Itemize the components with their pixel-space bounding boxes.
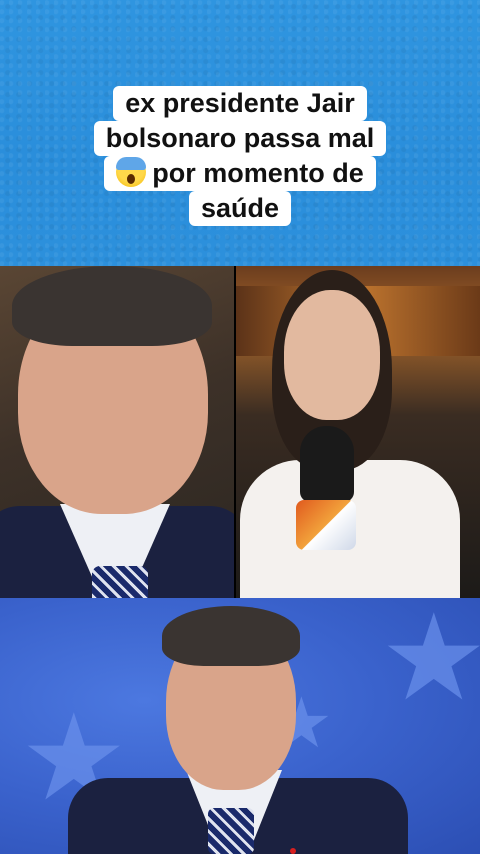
caption-line-1: ex presidente Jair bbox=[113, 86, 367, 121]
photo-man-speaking: ★ ★ ★ bbox=[0, 598, 480, 854]
caption-line-4: saúde bbox=[188, 191, 292, 226]
caption-line-3: por momento de bbox=[104, 156, 376, 191]
tie bbox=[92, 566, 148, 598]
tie bbox=[208, 808, 254, 854]
microphone bbox=[300, 426, 354, 502]
star-icon: ★ bbox=[380, 598, 480, 725]
reporter-face bbox=[284, 290, 380, 420]
screaming-face-icon bbox=[116, 157, 147, 187]
hair bbox=[12, 266, 212, 346]
photo-man-portrait bbox=[0, 266, 234, 598]
microphone-logo bbox=[296, 500, 356, 550]
caption-line-2: bolsonaro passa mal bbox=[93, 121, 387, 156]
video-caption: ex presidente Jair bolsonaro passa mal p… bbox=[0, 86, 480, 226]
caption-line-3-text: por momento de bbox=[152, 158, 364, 188]
hair bbox=[162, 606, 300, 666]
red-dot-icon bbox=[290, 848, 296, 854]
